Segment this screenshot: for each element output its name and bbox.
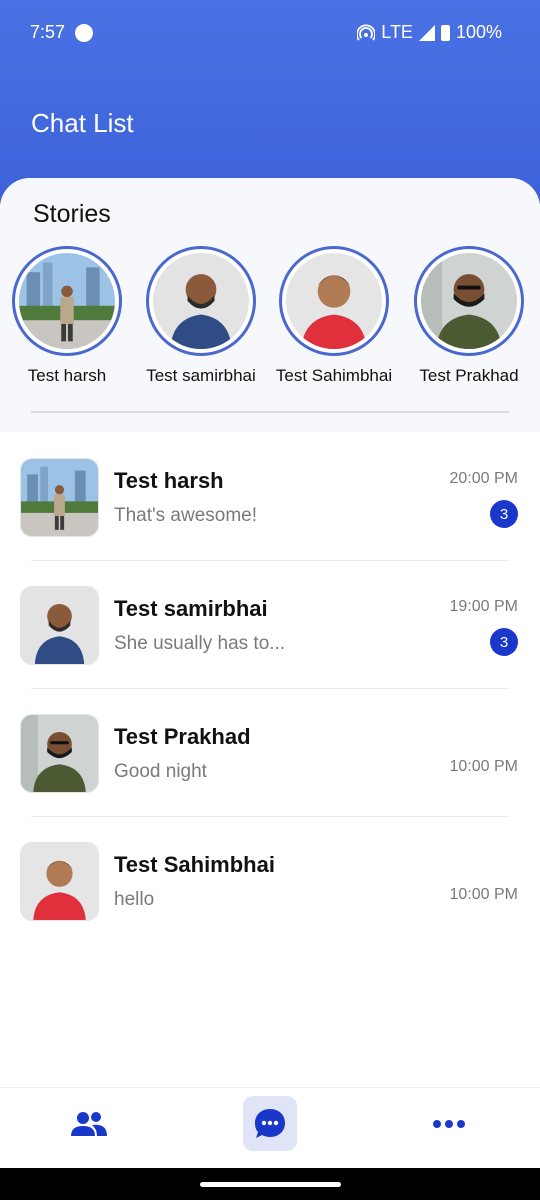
battery-level: 100% xyxy=(455,22,502,42)
status-bar: 7:57 LTE 100% xyxy=(0,0,540,66)
chat-bubble-icon xyxy=(255,1108,285,1138)
chat-divider xyxy=(31,816,509,817)
stories-heading: Stories xyxy=(33,200,111,228)
chat-list-item[interactable]: Test harsh That's awesome! 20:00 PM 3 xyxy=(0,458,540,586)
story-name: Test harsh xyxy=(27,366,107,385)
notification-dot-icon xyxy=(75,24,93,42)
story-item[interactable]: Test Sahimbhai xyxy=(274,246,394,386)
story-avatar xyxy=(19,253,115,349)
battery-icon xyxy=(440,24,450,41)
signal-icon xyxy=(418,24,435,41)
hotspot-icon xyxy=(357,24,376,41)
section-divider xyxy=(31,411,509,413)
chat-list-item[interactable]: Test samirbhai She usually has to... 19:… xyxy=(0,586,540,714)
nav-users-button[interactable] xyxy=(62,1096,116,1151)
network-type: LTE xyxy=(381,22,413,42)
chat-time: 10:00 PM xyxy=(449,886,518,903)
chat-divider xyxy=(31,560,509,561)
chat-name: Test Prakhad xyxy=(114,724,251,749)
chat-name: Test harsh xyxy=(114,468,224,493)
status-time: 7:57 xyxy=(30,22,66,42)
chat-last-message: That's awesome! xyxy=(114,505,258,526)
chat-last-message: hello xyxy=(114,889,155,910)
status-indicators: LTE 100% xyxy=(357,22,502,43)
chat-time: 10:00 PM xyxy=(449,758,518,775)
story-avatar xyxy=(286,253,382,349)
nav-more-button[interactable] xyxy=(422,1096,476,1151)
more-horizontal-icon xyxy=(433,1119,465,1128)
story-name: Test samirbhai xyxy=(146,366,256,385)
chat-divider xyxy=(31,688,509,689)
nav-chats-button[interactable] xyxy=(243,1096,297,1151)
chat-last-message: She usually has to... xyxy=(114,633,286,654)
chat-last-message: Good night xyxy=(114,761,207,782)
page-title: Chat List xyxy=(31,108,134,138)
system-gesture-bar xyxy=(0,1168,540,1200)
story-ring xyxy=(146,246,256,356)
chat-list-item[interactable]: Test Prakhad Good night 10:00 PM xyxy=(0,714,540,842)
unread-badge: 3 xyxy=(490,500,518,528)
story-item[interactable]: Test harsh xyxy=(7,246,127,386)
story-item[interactable]: Test samirbhai xyxy=(141,246,261,386)
stories-section: Stories Test harsh Test samirbhai Test S… xyxy=(0,178,540,432)
bottom-navigation xyxy=(0,1087,540,1168)
story-ring xyxy=(279,246,389,356)
chat-avatar xyxy=(20,458,99,537)
story-name: Test Prakhad xyxy=(419,366,519,385)
unread-badge: 3 xyxy=(490,628,518,656)
story-avatar xyxy=(153,253,249,349)
chat-name: Test samirbhai xyxy=(114,596,268,621)
chat-time: 20:00 PM xyxy=(449,470,518,487)
chat-time: 19:00 PM xyxy=(449,598,518,615)
chat-avatar xyxy=(20,586,99,665)
chat-avatar xyxy=(20,842,99,921)
chat-name: Test Sahimbhai xyxy=(114,852,275,877)
home-indicator[interactable] xyxy=(200,1182,341,1187)
story-ring xyxy=(414,246,524,356)
chat-avatar xyxy=(20,714,99,793)
chat-list-item[interactable]: Test Sahimbhai hello 10:00 PM xyxy=(0,842,540,970)
story-name: Test Sahimbhai xyxy=(275,366,393,385)
story-avatar xyxy=(421,253,517,349)
story-item[interactable]: Test Prakhad xyxy=(409,246,529,386)
content-card: Stories Test harsh Test samirbhai Test S… xyxy=(0,178,540,1200)
users-icon xyxy=(71,1111,107,1136)
story-ring xyxy=(12,246,122,356)
